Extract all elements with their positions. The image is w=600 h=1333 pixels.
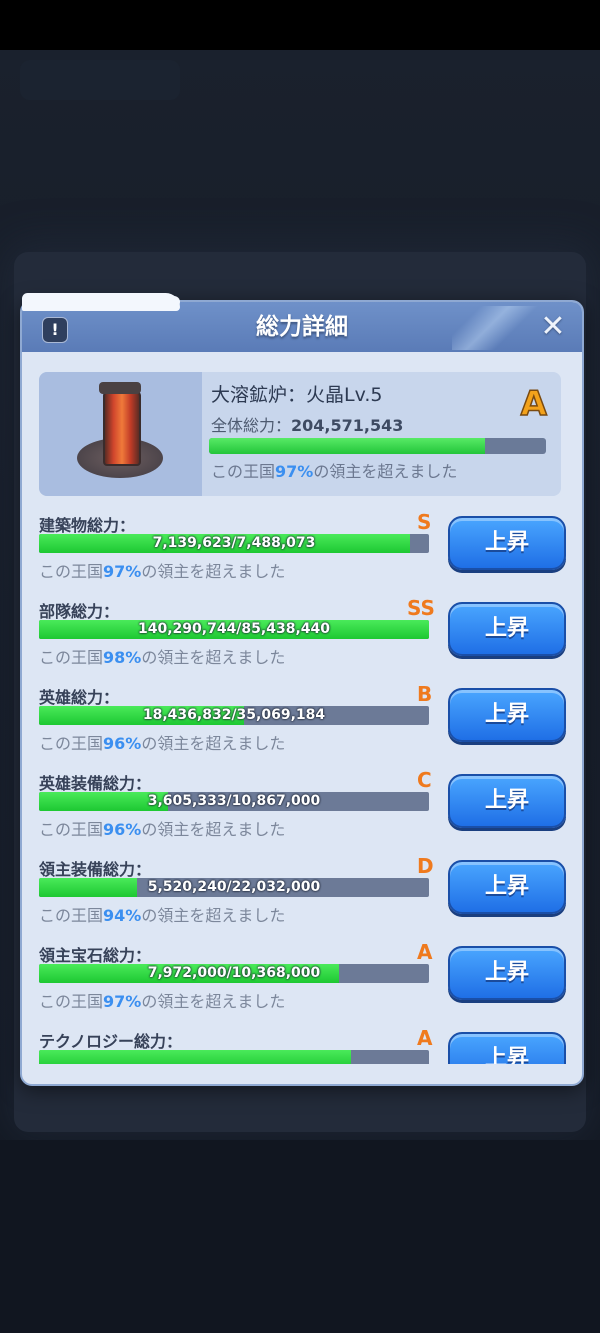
percentile-prefix: この王国 bbox=[39, 992, 104, 1011]
upgrade-button[interactable]: 上昇 bbox=[448, 774, 566, 828]
power-category-row: 領主宝石総力： A 7,972,000/10,368,000 この王国97%の領主を超… bbox=[22, 938, 582, 1024]
percentile-suffix: の領主を超えました bbox=[313, 462, 458, 481]
percentile-suffix: の領主を超えました bbox=[141, 906, 286, 925]
percentile-value: 98% bbox=[103, 648, 142, 667]
status-bar bbox=[0, 0, 600, 50]
background-blur-element bbox=[20, 60, 180, 100]
building-name: 大溶鉱炉：火晶Lv.5 bbox=[211, 384, 383, 406]
power-category-row: 建築物総力： S 7,139,623/7,488,073 この王国97%の領主を超えま… bbox=[22, 508, 582, 594]
percentile-suffix: の領主を超えました bbox=[141, 992, 286, 1011]
upgrade-button[interactable]: 上昇 bbox=[448, 602, 566, 656]
power-category-row: 部隊総力： SS 140,290,744/85,438,440 この王国98%の領主を… bbox=[22, 594, 582, 680]
category-label: 部隊総力： bbox=[39, 602, 120, 621]
category-label: 英雄総力： bbox=[39, 688, 120, 707]
category-percentile: この王国98%の領主を超えました bbox=[39, 644, 285, 668]
category-grade: D bbox=[417, 854, 434, 878]
power-category-row: 英雄総力： B 18,436,832/35,069,184 この王国96%の領主を超え… bbox=[22, 680, 582, 766]
category-progress-value: 3,605,333/10,867,000 bbox=[147, 793, 321, 809]
power-category-row: テクノロジー総力： A 上昇 bbox=[22, 1024, 582, 1064]
category-progress-bar: 7,139,623/7,488,073 bbox=[39, 534, 429, 553]
total-grade: A bbox=[520, 383, 548, 425]
category-percentile: この王国97%の領主を超えました bbox=[39, 558, 285, 582]
percentile-value: 96% bbox=[103, 820, 142, 839]
power-details-dialog: ! 総力詳細 ✕ 大溶鉱炉：火晶Lv.5 全体総力：204,571,543 A … bbox=[20, 300, 584, 1086]
furnace-body bbox=[103, 390, 141, 466]
power-category-row: 領主装備総力： D 5,520,240/22,032,000 この王国94%の領主を超… bbox=[22, 852, 582, 938]
category-grade: C bbox=[417, 768, 432, 792]
percentile-prefix: この王国 bbox=[39, 648, 104, 667]
category-grade: A bbox=[417, 940, 433, 964]
upgrade-button[interactable]: 上昇 bbox=[448, 516, 566, 570]
percentile-value: 97% bbox=[103, 992, 142, 1011]
category-progress-bar: 7,972,000/10,368,000 bbox=[39, 964, 429, 983]
percentile-value: 94% bbox=[103, 906, 142, 925]
percentile-suffix: の領主を超えました bbox=[141, 820, 286, 839]
category-progress-bar: 3,605,333/10,867,000 bbox=[39, 792, 429, 811]
category-progress-bar: 5,520,240/22,032,000 bbox=[39, 878, 429, 897]
category-progress-value: 140,290,744/85,438,440 bbox=[138, 621, 330, 637]
power-category-row: 英雄装備総力： C 3,605,333/10,867,000 この王国96%の領主を超… bbox=[22, 766, 582, 852]
summary-card: 大溶鉱炉：火晶Lv.5 全体総力：204,571,543 A この王国97%の領… bbox=[39, 372, 561, 496]
category-progress-value bbox=[39, 1050, 429, 1064]
category-percentile: この王国96%の領主を超えました bbox=[39, 730, 285, 754]
percentile-value: 96% bbox=[103, 734, 142, 753]
furnace-cap bbox=[99, 382, 141, 394]
percentile-value: 97% bbox=[275, 462, 314, 481]
category-percentile: この王国96%の領主を超えました bbox=[39, 816, 285, 840]
percentile-prefix: この王国 bbox=[211, 462, 276, 481]
category-label: 領主宝石総力： bbox=[39, 946, 152, 965]
category-percentile: この王国94%の領主を超えました bbox=[39, 902, 285, 926]
percentile-suffix: の領主を超えました bbox=[141, 734, 286, 753]
total-progress-bar bbox=[209, 438, 546, 454]
upgrade-button[interactable]: 上昇 bbox=[448, 688, 566, 742]
percentile-prefix: この王国 bbox=[39, 820, 104, 839]
background-bottom bbox=[0, 1140, 600, 1333]
upgrade-button[interactable]: 上昇 bbox=[448, 1032, 566, 1064]
upgrade-button[interactable]: 上昇 bbox=[448, 860, 566, 914]
category-label: 英雄装備総力： bbox=[39, 774, 152, 793]
furnace-image bbox=[39, 372, 202, 496]
category-grade: B bbox=[417, 682, 433, 706]
total-progress-fill bbox=[209, 438, 486, 454]
category-percentile: この王国97%の領主を超えました bbox=[39, 988, 285, 1012]
category-progress-value: 7,972,000/10,368,000 bbox=[147, 965, 321, 981]
category-progress-bar: 18,436,832/35,069,184 bbox=[39, 706, 429, 725]
category-label: 建築物総力： bbox=[39, 516, 136, 535]
snow-decoration bbox=[120, 296, 180, 308]
close-icon[interactable]: ✕ bbox=[538, 312, 568, 342]
total-power-value: 204,571,543 bbox=[291, 416, 404, 435]
category-progress-value: 7,139,623/7,488,073 bbox=[152, 535, 316, 551]
category-label: テクノロジー総力： bbox=[39, 1032, 183, 1051]
total-power-label: 全体総力： bbox=[211, 416, 292, 435]
percentile-prefix: この王国 bbox=[39, 906, 104, 925]
category-grade: SS bbox=[407, 596, 435, 620]
category-progress-bar bbox=[39, 1050, 429, 1064]
total-percentile: この王国97%の領主を超えました bbox=[211, 458, 457, 482]
category-progress-value: 5,520,240/22,032,000 bbox=[147, 879, 321, 895]
category-grade: A bbox=[417, 1026, 433, 1050]
percentile-prefix: この王国 bbox=[39, 734, 104, 753]
upgrade-button[interactable]: 上昇 bbox=[448, 946, 566, 1000]
category-progress-value: 18,436,832/35,069,184 bbox=[142, 707, 326, 723]
category-progress-bar: 140,290,744/85,438,440 bbox=[39, 620, 429, 639]
total-power: 全体総力：204,571,543 bbox=[211, 412, 403, 436]
percentile-value: 97% bbox=[103, 562, 142, 581]
category-grade: S bbox=[417, 510, 432, 534]
percentile-suffix: の領主を超えました bbox=[141, 648, 286, 667]
percentile-suffix: の領主を超えました bbox=[141, 562, 286, 581]
percentile-prefix: この王国 bbox=[39, 562, 104, 581]
category-label: 領主装備総力： bbox=[39, 860, 152, 879]
power-category-list[interactable]: 建築物総力： S 7,139,623/7,488,073 この王国97%の領主を超えま… bbox=[22, 508, 582, 1064]
